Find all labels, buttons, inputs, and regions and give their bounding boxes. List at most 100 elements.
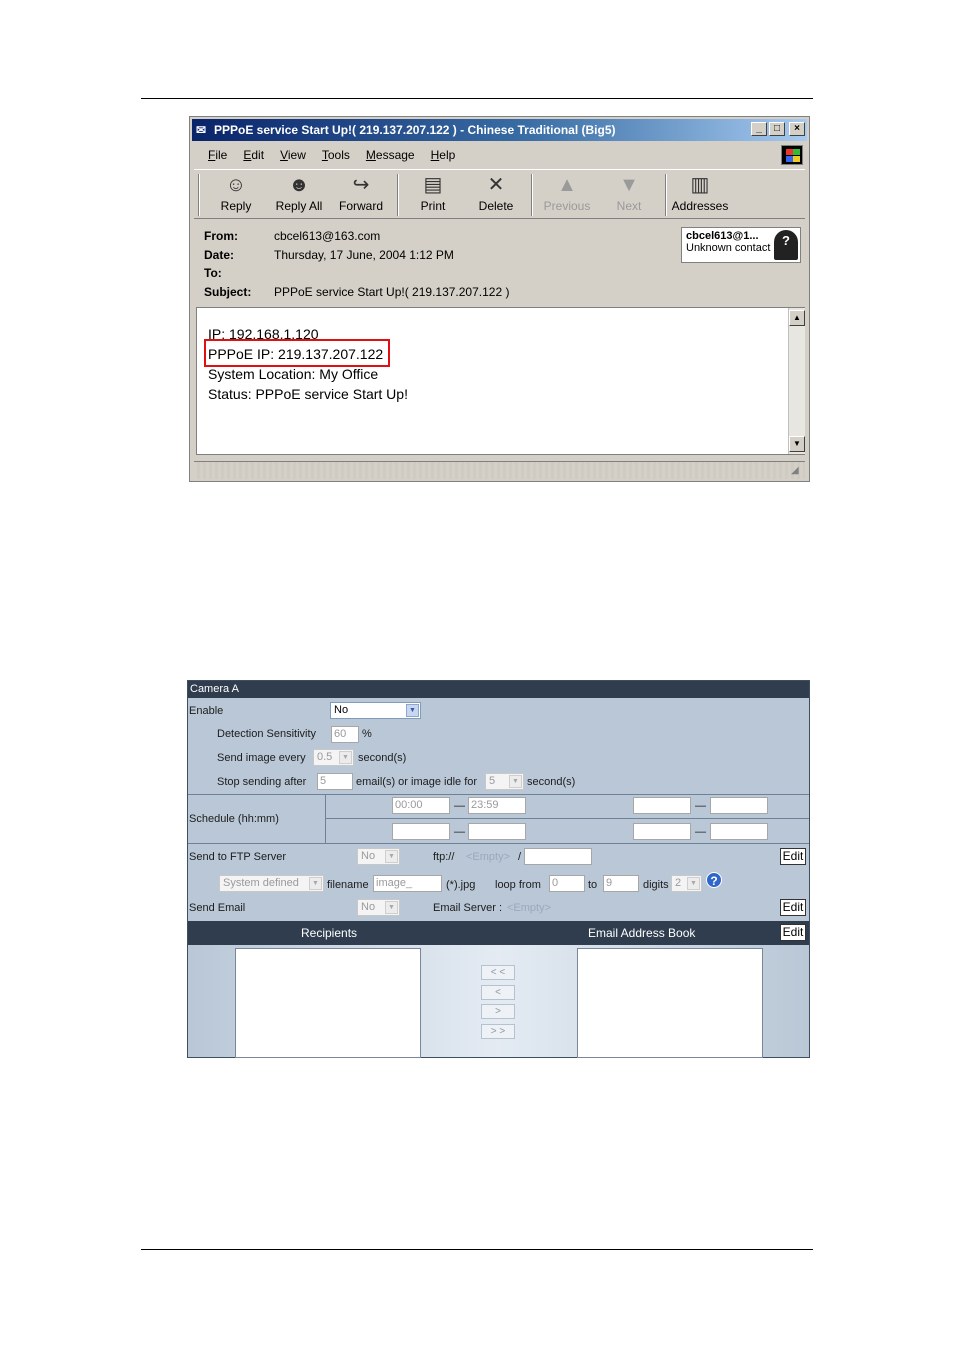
from-row: From: cbcel613@163.com — [204, 227, 380, 245]
reply-all-icon: ☻ — [288, 174, 310, 196]
move-all-right-button[interactable]: > > — [481, 1024, 515, 1039]
chevron-down-icon: ▼ — [687, 877, 700, 890]
email-server-value: <Empty> — [507, 902, 552, 914]
mail-icon: ✉ — [196, 123, 207, 137]
camera-settings-panel: Camera A Enable No ▼ Detection Sensitivi… — [187, 680, 810, 1058]
next-button[interactable]: ▼ Next — [597, 172, 661, 218]
menu-file[interactable]: File — [200, 145, 235, 165]
reply-all-button[interactable]: ☻ Reply All — [267, 172, 331, 218]
menu-edit[interactable]: Edit — [235, 145, 272, 165]
idle-seconds-value: 5 — [489, 775, 496, 787]
chevron-down-icon: ▼ — [339, 751, 352, 764]
stop-after-count-input[interactable]: 5 — [317, 773, 353, 790]
toolbar-separator — [665, 174, 667, 216]
menu-view[interactable]: View — [272, 145, 314, 165]
up-arrow-icon: ▲ — [557, 174, 577, 196]
schedule-end2-input[interactable] — [710, 823, 768, 840]
toolbar-separator — [198, 174, 200, 216]
previous-button[interactable]: ▲ Previous — [535, 172, 599, 218]
status-bar: ◢ — [194, 461, 805, 479]
schedule-end-input[interactable]: 23:59 — [468, 797, 526, 814]
address-book-label: Email Address Book — [588, 926, 696, 940]
maximize-button[interactable]: □ — [769, 122, 785, 136]
title-bar[interactable]: ✉ PPPoE service Start Up!( 219.137.207.1… — [192, 119, 807, 141]
top-rule — [141, 98, 813, 99]
schedule-end2-input[interactable] — [710, 797, 768, 814]
addresses-button[interactable]: ▥ Addresses — [668, 172, 732, 218]
delete-label: Delete — [478, 199, 514, 213]
loop-from-input[interactable]: 0 — [549, 875, 585, 892]
forward-icon: ↪ — [352, 174, 370, 196]
schedule-label: Schedule (hh:mm) — [189, 813, 279, 825]
minimize-button[interactable]: _ — [751, 122, 767, 136]
move-all-left-button[interactable]: < < — [481, 965, 515, 980]
stop-sending-label: Stop sending after — [217, 776, 307, 788]
menu-tools[interactable]: Tools — [314, 145, 358, 165]
filename-mode-select[interactable]: System defined ▼ — [219, 875, 324, 892]
address-book-list[interactable] — [577, 948, 763, 1058]
close-button[interactable]: × — [789, 122, 805, 136]
ftp-select[interactable]: No ▼ — [357, 848, 400, 865]
stop-sending-mid-label: email(s) or image idle for — [356, 776, 478, 788]
date-value: Thursday, 17 June, 2004 1:12 PM — [274, 248, 454, 262]
contact-card[interactable]: cbcel613@1... Unknown contact ? — [681, 227, 801, 263]
previous-label: Previous — [543, 199, 591, 213]
forward-button[interactable]: ↪ Forward — [329, 172, 393, 218]
chevron-down-icon: ▼ — [406, 704, 419, 717]
enable-select[interactable]: No ▼ — [330, 702, 421, 719]
filename-mode-value: System defined — [223, 877, 299, 889]
send-interval-select[interactable]: 0.5 ▼ — [313, 749, 354, 766]
ftp-slash: / — [518, 851, 522, 863]
idle-seconds-unit: second(s) — [527, 776, 576, 788]
help-icon[interactable]: ? — [706, 872, 722, 888]
delete-button[interactable]: ✕ Delete — [464, 172, 528, 218]
vertical-scrollbar[interactable]: ▲ ▼ — [788, 308, 805, 454]
loop-to-input[interactable]: 9 — [603, 875, 639, 892]
menu-help[interactable]: Help — [423, 145, 464, 165]
scroll-down-icon[interactable]: ▼ — [789, 436, 805, 452]
send-email-select[interactable]: No ▼ — [357, 899, 400, 916]
ftp-path-input[interactable] — [524, 848, 592, 865]
print-button[interactable]: ▤ Print — [401, 172, 465, 218]
schedule-start-input[interactable]: 00:00 — [392, 797, 450, 814]
schedule-start-input[interactable] — [392, 823, 450, 840]
dash: — — [454, 800, 465, 812]
digits-select[interactable]: 2 ▼ — [671, 875, 702, 892]
to-label: To: — [204, 266, 222, 280]
address-book-edit-button[interactable]: Edit — [780, 924, 806, 941]
reply-all-label: Reply All — [275, 199, 323, 213]
schedule-end-input[interactable] — [468, 823, 526, 840]
recipients-area: < < < > > > — [188, 945, 809, 1058]
scroll-up-icon[interactable]: ▲ — [789, 310, 805, 326]
recipients-label: Recipients — [301, 926, 358, 940]
detection-sensitivity-input[interactable]: 60 — [331, 726, 359, 743]
to-row: To: — [204, 264, 274, 282]
divider — [325, 818, 809, 819]
chevron-down-icon: ▼ — [309, 877, 322, 890]
move-left-button[interactable]: < — [481, 985, 515, 1000]
chevron-down-icon: ▼ — [385, 901, 398, 914]
message-body[interactable]: IP: 192.168.1.120 PPPoE IP: 219.137.207.… — [196, 307, 805, 455]
subject-row: Subject: PPPoE service Start Up!( 219.137… — [204, 283, 509, 301]
filename-input[interactable]: image_ — [373, 875, 442, 892]
email-edit-button[interactable]: Edit — [780, 899, 806, 916]
ftp-edit-button[interactable]: Edit — [780, 848, 806, 865]
highlight-box — [204, 339, 390, 367]
schedule-start2-input[interactable] — [633, 797, 691, 814]
loop-from-label: loop from — [495, 879, 541, 891]
menu-message[interactable]: Message — [358, 145, 423, 165]
addresses-label: Addresses — [671, 199, 729, 213]
send-email-label: Send Email — [189, 902, 246, 914]
message-header: From: cbcel613@163.com Date: Thursday, 17 … — [194, 223, 805, 303]
bottom-rule — [141, 1249, 813, 1250]
idle-seconds-select[interactable]: 5 ▼ — [485, 773, 524, 790]
toolbar-separator — [531, 174, 533, 216]
reply-button[interactable]: ☺ Reply — [204, 172, 268, 218]
resize-grip-icon[interactable]: ◢ — [791, 465, 803, 477]
move-right-button[interactable]: > — [481, 1004, 515, 1019]
schedule-start2-input[interactable] — [633, 823, 691, 840]
date-label: Date: — [204, 248, 235, 262]
recipients-list[interactable] — [235, 948, 421, 1058]
chevron-down-icon: ▼ — [385, 850, 398, 863]
forward-label: Forward — [338, 199, 383, 213]
